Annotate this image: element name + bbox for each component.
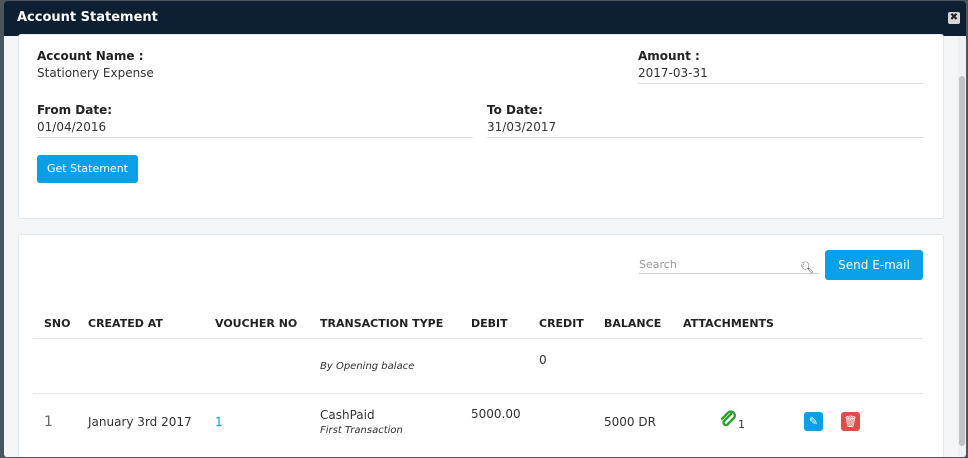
- row-type-note: First Transaction: [320, 425, 403, 436]
- from-date-field[interactable]: 01/04/2016: [37, 120, 473, 138]
- close-icon[interactable]: ✖: [948, 12, 960, 24]
- opening-type-note: By Opening balace: [320, 361, 415, 372]
- to-date-field[interactable]: 31/03/2017: [487, 120, 923, 138]
- from-date-label: From Date:: [37, 103, 113, 117]
- row-voucher-link[interactable]: 1: [215, 415, 223, 429]
- row-divider: [33, 393, 923, 394]
- filter-card: Account Name : Stationery Expense Amount…: [18, 34, 944, 219]
- get-statement-button[interactable]: Get Statement: [37, 155, 138, 183]
- account-name-label: Account Name :: [37, 49, 144, 63]
- account-name-value: Stationery Expense: [37, 66, 154, 80]
- col-header-created-at: CREATED AT: [88, 317, 163, 330]
- col-header-debit: DEBIT: [471, 317, 508, 330]
- row-transaction-type: CashPaid: [320, 408, 375, 422]
- attachment-link[interactable]: 1: [719, 410, 745, 431]
- modal-header: Account Statement ✖: [4, 1, 966, 36]
- col-header-transaction-type: TRANSACTION TYPE: [320, 317, 444, 330]
- statement-card: Search 🔍︎ Send E-mail SNO CREATED AT VOU…: [18, 234, 944, 457]
- paperclip-icon: [720, 410, 736, 427]
- col-header-attachments: ATTACHMENTS: [683, 317, 774, 330]
- search-icon[interactable]: 🔍︎: [800, 261, 814, 274]
- amount-field[interactable]: 2017-03-31: [638, 66, 923, 84]
- header-divider: [33, 338, 923, 339]
- edit-button[interactable]: ✎: [804, 412, 823, 431]
- account-statement-modal: Account Statement ✖ Account Name : Stati…: [4, 1, 966, 457]
- search-input[interactable]: Search: [639, 258, 819, 274]
- amount-label: Amount :: [638, 49, 700, 63]
- opening-credit: 0: [539, 353, 547, 367]
- col-header-credit: CREDIT: [539, 317, 584, 330]
- col-header-balance: BALANCE: [604, 317, 662, 330]
- row-debit: 5000.00: [471, 407, 521, 421]
- attachment-count: 1: [738, 418, 745, 431]
- delete-button[interactable]: 🗑︎: [841, 412, 860, 431]
- pencil-icon: ✎: [808, 415, 819, 428]
- send-email-button[interactable]: Send E-mail: [825, 250, 923, 280]
- col-header-voucher-no: VOUCHER NO: [215, 317, 298, 330]
- row-created-at: January 3rd 2017: [88, 415, 192, 429]
- row-balance: 5000 DR: [604, 415, 656, 429]
- scrollbar-thumb[interactable]: [959, 76, 965, 446]
- scrollbar[interactable]: [958, 36, 966, 457]
- modal-title: Account Statement: [17, 10, 158, 25]
- row-sno: 1: [44, 414, 53, 430]
- to-date-label: To Date:: [487, 103, 543, 117]
- modal-body: Account Name : Stationery Expense Amount…: [4, 34, 966, 457]
- trash-icon: 🗑︎: [843, 415, 858, 428]
- col-header-sno: SNO: [44, 317, 71, 330]
